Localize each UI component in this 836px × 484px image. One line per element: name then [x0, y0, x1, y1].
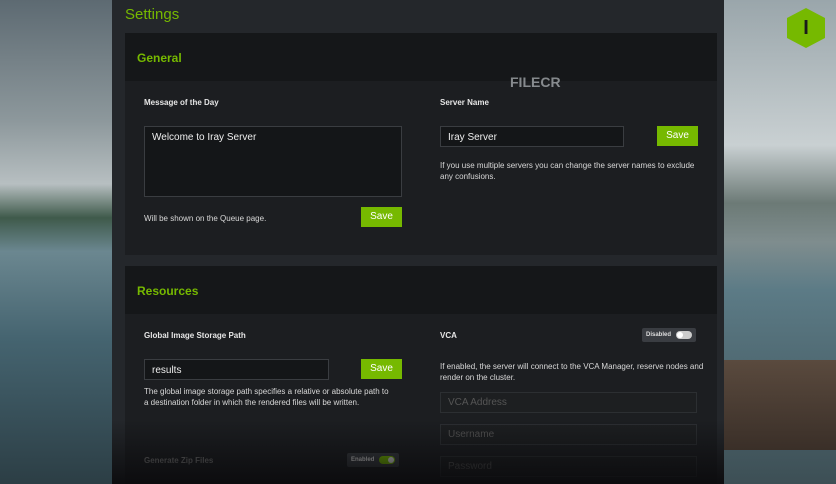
storage-path-label: Global Image Storage Path [144, 331, 246, 340]
general-card: General Message of the Day Welcome to Ir… [125, 33, 717, 255]
motd-hint: Will be shown on the Queue page. [144, 214, 267, 223]
toggle-knob [676, 331, 693, 339]
vca-password-input[interactable]: Password [440, 456, 697, 477]
vca-username-input[interactable]: Username [440, 424, 697, 445]
vca-label: VCA [440, 331, 457, 340]
toggle-knob [379, 456, 396, 464]
storage-path-input[interactable]: results [144, 359, 329, 380]
zip-files-toggle[interactable]: Enabled [347, 453, 400, 467]
storage-path-hint: The global image storage path specifies … [144, 387, 389, 407]
motd-save-button[interactable]: Save [361, 207, 402, 227]
vca-hint: If enabled, the server will connect to t… [440, 362, 704, 382]
resources-heading: Resources [125, 266, 717, 314]
general-heading: General [125, 33, 717, 81]
motd-label: Message of the Day [144, 98, 219, 107]
background-deck [724, 360, 836, 450]
settings-panel: Settings General Message of the Day Welc… [112, 0, 724, 484]
server-name-label: Server Name [440, 98, 489, 107]
storage-path-save-button[interactable]: Save [361, 359, 402, 379]
server-name-hint: If you use multiple servers you can chan… [440, 161, 695, 181]
vca-toggle[interactable]: Disabled [642, 328, 697, 342]
zip-files-label: Generate Zip Files [144, 456, 214, 465]
resources-card: Resources Global Image Storage Path resu… [125, 266, 717, 484]
server-name-input[interactable]: Iray Server [440, 126, 624, 147]
server-name-save-button[interactable]: Save [657, 126, 698, 146]
vca-address-input[interactable]: VCA Address [440, 392, 697, 413]
motd-textarea[interactable]: Welcome to Iray Server [144, 126, 402, 197]
watermark: FILECR [510, 74, 561, 90]
page-title: Settings [125, 6, 180, 23]
zip-toggle-text: Enabled [351, 457, 375, 463]
vca-toggle-text: Disabled [646, 332, 672, 338]
